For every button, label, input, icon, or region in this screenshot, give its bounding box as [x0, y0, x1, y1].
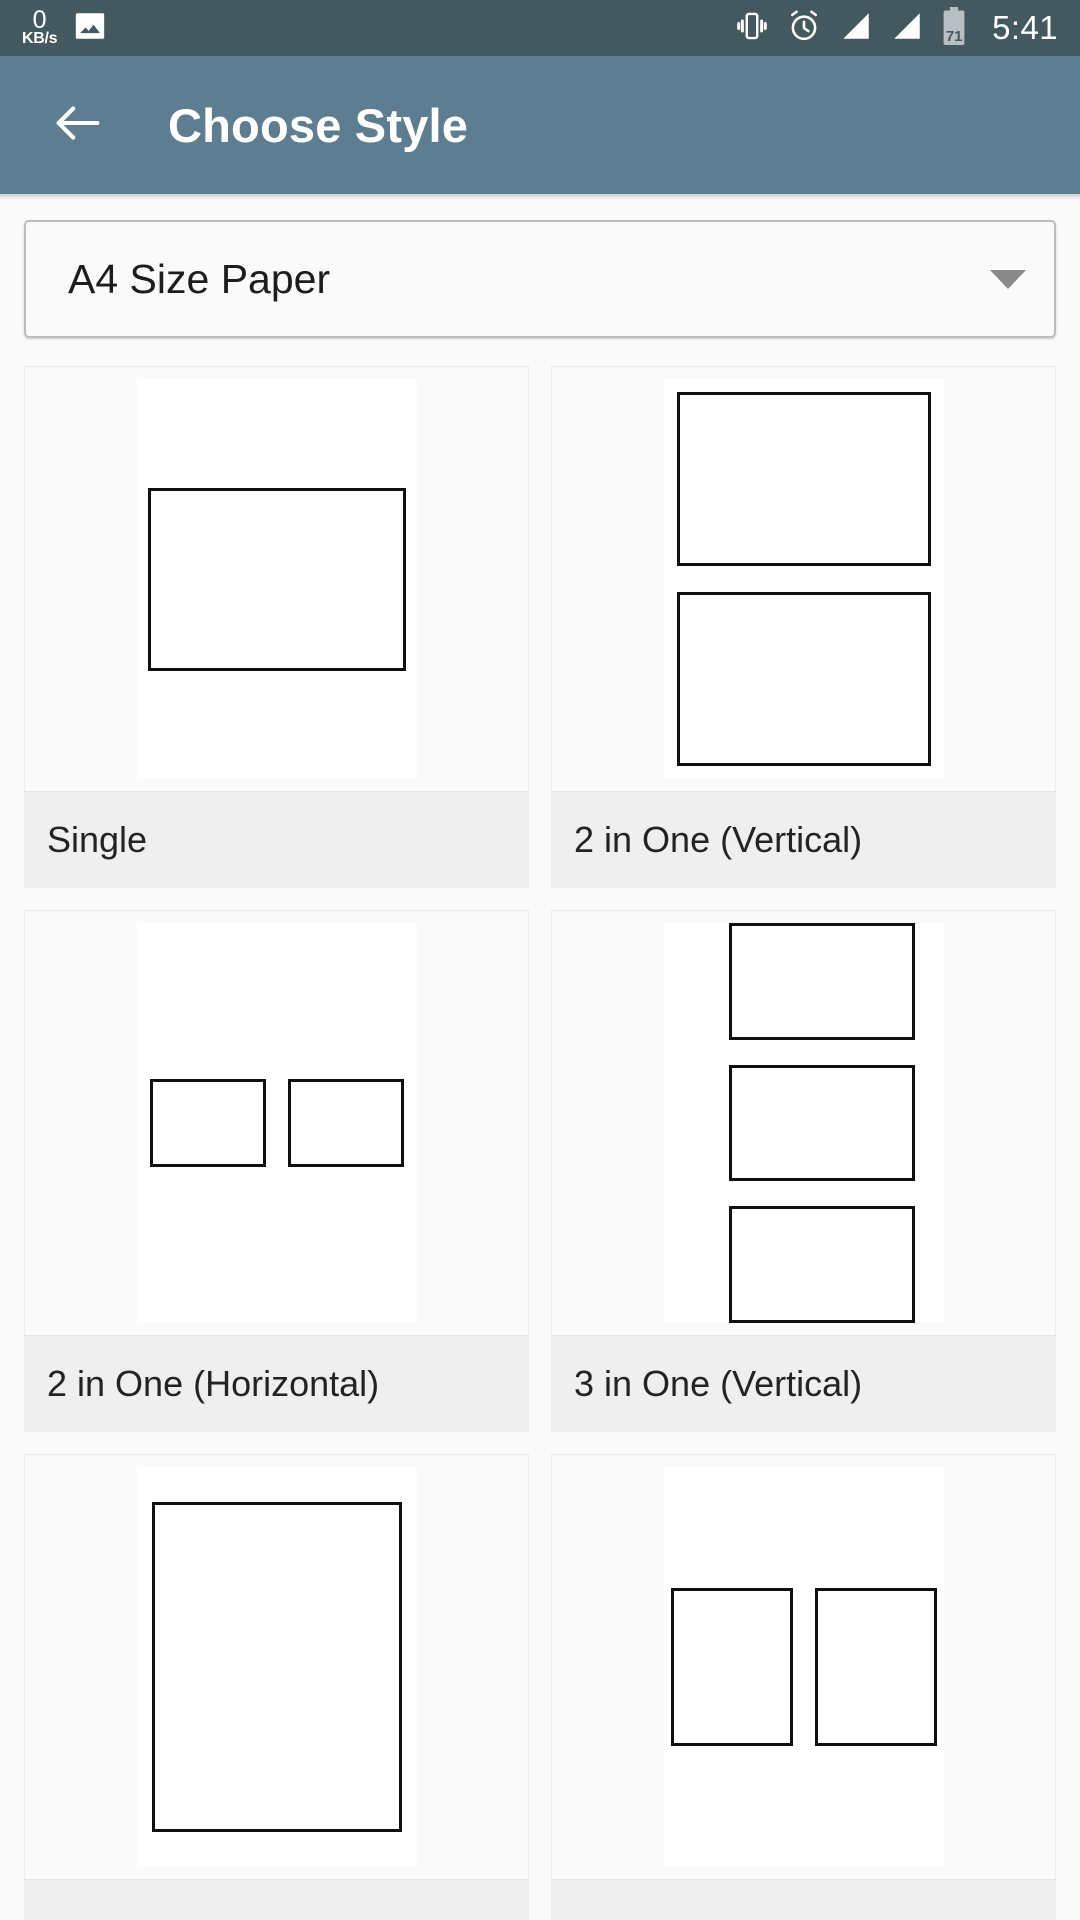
slot-group: [664, 1467, 944, 1867]
network-speed-indicator: 0 KB/s: [22, 6, 58, 48]
photo-slot: [676, 392, 931, 566]
paper-preview: [663, 379, 944, 779]
style-card-label: 2 in One (Horizontal): [25, 1335, 528, 1431]
status-bar-left: 0 KB/s: [22, 6, 107, 48]
slot-group: [664, 379, 944, 779]
style-card-3-in-one-vertical[interactable]: 3 in One (Vertical): [551, 910, 1056, 1432]
network-speed-value: 0: [32, 6, 47, 35]
style-thumbnail: [552, 911, 1055, 1335]
slot-group: [137, 1467, 417, 1867]
style-card-label: 2 in One (Vertical): [552, 791, 1055, 887]
style-thumbnail: [552, 367, 1055, 791]
photo-slot: [728, 923, 915, 1040]
paper-preview: [136, 1467, 417, 1867]
style-grid: Single 2 in One (Vertical) 2 in One (Hor…: [0, 338, 1080, 1920]
back-button[interactable]: [42, 89, 114, 161]
paper-preview: [663, 1467, 944, 1867]
status-bar-clock: 5:41: [992, 9, 1058, 46]
style-card-label: 3 in One (Vertical): [552, 1335, 1055, 1431]
content-area: A4 Size Paper Single 2 in One (Vertical)…: [0, 194, 1080, 1920]
page-title: Choose Style: [168, 98, 469, 152]
style-card-label: [25, 1879, 528, 1920]
photo-slot: [814, 1588, 937, 1746]
photo-slot: [728, 1206, 915, 1324]
paper-size-dropdown[interactable]: A4 Size Paper: [24, 220, 1056, 338]
photo-slot: [151, 1502, 402, 1832]
battery-level-text: 71: [945, 27, 963, 45]
style-card-partial-right[interactable]: [551, 1454, 1056, 1920]
style-thumbnail: [25, 1455, 528, 1879]
back-arrow-icon: [49, 94, 107, 157]
style-card-label: Single: [25, 791, 528, 887]
photo-slot: [147, 487, 406, 671]
vibrate-icon: [735, 9, 769, 48]
photo-slot: [728, 1064, 915, 1182]
slot-group: [664, 923, 944, 1324]
photo-slot: [287, 1079, 404, 1167]
style-card-single[interactable]: Single: [24, 366, 529, 888]
paper-size-selected-value: A4 Size Paper: [68, 255, 331, 302]
status-bar: 0 KB/s 71 5:41: [0, 0, 1080, 56]
signal-bars-icon: [839, 9, 873, 48]
slot-group: [137, 379, 417, 779]
style-thumbnail: [25, 911, 528, 1335]
style-card-label: [552, 1879, 1055, 1920]
photo-slot: [676, 592, 931, 766]
app-bar: Choose Style: [0, 56, 1080, 194]
style-card-2-in-one-horizontal[interactable]: 2 in One (Horizontal): [24, 910, 529, 1432]
paper-preview: [136, 923, 417, 1323]
image-icon: [73, 9, 107, 48]
style-card-partial-left[interactable]: [24, 1454, 529, 1920]
paper-preview: [136, 379, 417, 779]
slot-group: [137, 923, 417, 1323]
paper-preview: [663, 923, 944, 1324]
photo-slot: [670, 1588, 793, 1746]
battery-icon: 71: [941, 6, 967, 50]
network-speed-unit: KB/s: [22, 30, 58, 48]
signal-bars-icon: [890, 9, 924, 48]
photo-slot: [149, 1079, 266, 1167]
style-thumbnail: [25, 367, 528, 791]
chevron-down-icon: [990, 269, 1026, 289]
alarm-clock-icon: [786, 8, 822, 49]
style-card-2-in-one-vertical[interactable]: 2 in One (Vertical): [551, 366, 1056, 888]
status-bar-right: 71 5:41: [735, 6, 1058, 50]
style-thumbnail: [552, 1455, 1055, 1879]
